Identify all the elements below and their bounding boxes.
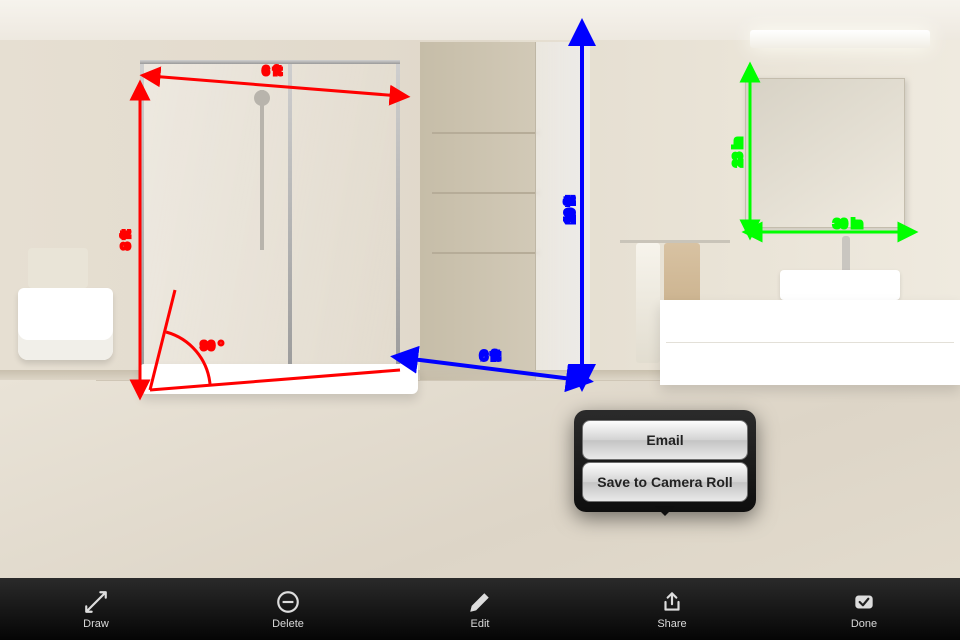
edit-label: Edit: [471, 618, 490, 630]
scene-towel: [636, 243, 660, 363]
scene-shower-post: [140, 60, 144, 380]
scene-shower: [140, 60, 400, 380]
scene-shower-tray: [140, 364, 418, 394]
share-popover: Email Save to Camera Roll: [574, 410, 756, 512]
scene-drawer: [666, 342, 954, 380]
scene-shelf: [432, 252, 540, 254]
share-label: Share: [657, 618, 686, 630]
scene-shower-bar: [140, 60, 400, 64]
scene-shower-post: [396, 60, 400, 380]
done-button[interactable]: Done: [768, 578, 960, 640]
scene-faucet: [842, 236, 850, 274]
scene-mirror: [745, 78, 905, 228]
scene-shelf: [432, 132, 540, 134]
draw-icon: [83, 589, 109, 615]
delete-button[interactable]: Delete: [192, 578, 384, 640]
share-icon: [659, 589, 685, 615]
scene-shower-head: [260, 90, 264, 250]
done-label: Done: [851, 618, 877, 630]
scene-shower-post: [288, 60, 292, 380]
toolbar: Draw Delete Edit Share Done: [0, 578, 960, 640]
scene-shower-glass: [140, 60, 400, 380]
draw-button[interactable]: Draw: [0, 578, 192, 640]
done-icon: [851, 589, 877, 615]
app-root: 8 ft 6 ft 90 ° 10 ft 6 ft 23 in: [0, 0, 960, 640]
edit-icon: [467, 589, 493, 615]
scene-shelf: [432, 192, 540, 194]
scene-closet: [420, 42, 590, 380]
share-email-button[interactable]: Email: [582, 420, 748, 460]
scene-sink: [780, 270, 900, 300]
draw-label: Draw: [83, 618, 109, 630]
edit-button[interactable]: Edit: [384, 578, 576, 640]
share-save-camera-roll-button[interactable]: Save to Camera Roll: [582, 462, 748, 502]
scene-light: [750, 30, 930, 48]
scene-toilet: [18, 288, 113, 360]
delete-label: Delete: [272, 618, 304, 630]
scene-vanity: [660, 300, 960, 385]
photo-background: [0, 0, 960, 640]
scene-glass-door: [535, 42, 590, 380]
share-button[interactable]: Share: [576, 578, 768, 640]
delete-icon: [275, 589, 301, 615]
